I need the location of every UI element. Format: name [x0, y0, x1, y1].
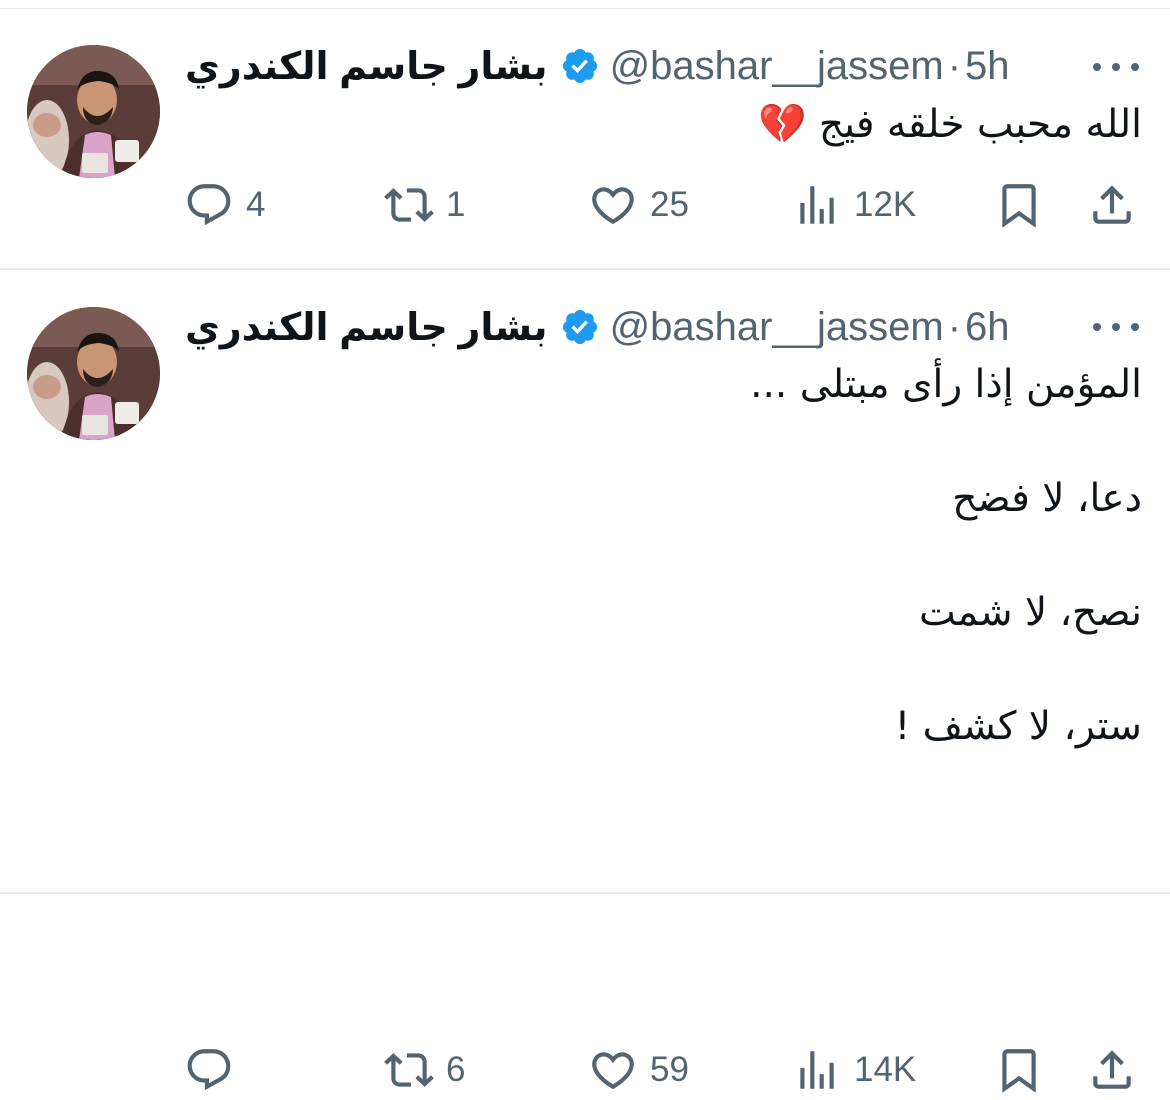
share-icon — [1093, 1050, 1131, 1089]
reply-button[interactable] — [184, 1040, 246, 1100]
verified-badge-icon — [562, 48, 597, 84]
timestamp[interactable]: 5h — [965, 44, 1010, 89]
reply-button[interactable]: 4 — [184, 175, 265, 235]
tweet-actions: 4 1 25 12K — [0, 175, 1170, 235]
views-count: 14K — [854, 1050, 917, 1089]
tweet-text-line: المؤمن إذا رأى مبتلى ... — [750, 362, 1142, 407]
reply-icon — [187, 1049, 231, 1091]
separator-dot: · — [947, 43, 962, 88]
tweet-text-line: دعا، لا فضح — [952, 476, 1142, 521]
tweet-header: بشار جاسم الكندري @bashar__jassem · 6h — [185, 302, 1010, 352]
more-options-icon[interactable] — [1093, 61, 1139, 73]
tweet-header: بشار جاسم الكندري @bashar__jassem · 5h — [185, 41, 1010, 91]
retweet-count: 1 — [446, 185, 466, 224]
bookmark-button[interactable] — [994, 1040, 1044, 1100]
bookmark-icon — [1002, 1049, 1036, 1093]
views-button[interactable]: 14K — [792, 1040, 916, 1100]
bookmark-button[interactable] — [994, 175, 1044, 235]
reply-count: 4 — [246, 185, 266, 224]
user-handle[interactable]: @bashar__jassem — [610, 44, 944, 89]
tweet[interactable]: بشار جاسم الكندري @bashar__jassem · 5h ا… — [0, 9, 1170, 268]
share-icon — [1093, 185, 1131, 224]
user-handle[interactable]: @bashar__jassem — [610, 305, 944, 350]
views-chart-icon — [800, 186, 834, 224]
like-button[interactable]: 25 — [588, 175, 689, 235]
tweet-text-line: ستر، لا كشف ! — [894, 704, 1142, 749]
tweet-text-line: نصح، لا شمت — [919, 590, 1142, 635]
retweet-button[interactable]: 6 — [384, 1040, 465, 1100]
bookmark-icon — [1002, 184, 1036, 228]
avatar[interactable] — [27, 45, 160, 178]
retweet-icon — [384, 1053, 434, 1087]
separator-dot: · — [947, 304, 962, 349]
views-button[interactable]: 12K — [792, 175, 916, 235]
share-button[interactable] — [1087, 1040, 1137, 1100]
like-button[interactable]: 59 — [588, 1040, 689, 1100]
tweet-text: الله محبب خلقه فيج 💔 — [757, 102, 1142, 147]
reply-icon — [187, 184, 231, 226]
like-count: 59 — [650, 1050, 689, 1089]
tweet-actions: 6 59 14K — [0, 1040, 1170, 1100]
heart-icon — [592, 1052, 634, 1090]
share-button[interactable] — [1087, 175, 1137, 235]
display-name[interactable]: بشار جاسم الكندري — [185, 44, 548, 89]
display-name[interactable]: بشار جاسم الكندري — [185, 305, 548, 350]
verified-badge-icon — [562, 309, 597, 345]
retweet-count: 6 — [446, 1050, 466, 1089]
retweet-icon — [384, 188, 434, 222]
bottom-divider — [0, 892, 1170, 894]
more-options-icon[interactable] — [1093, 321, 1139, 333]
tweet[interactable]: بشار جاسم الكندري @bashar__jassem · 6h ا… — [0, 270, 1170, 1093]
timestamp[interactable]: 6h — [965, 305, 1010, 350]
views-chart-icon — [800, 1051, 834, 1089]
avatar[interactable] — [27, 307, 160, 440]
like-count: 25 — [650, 185, 689, 224]
heart-icon — [592, 187, 634, 225]
retweet-button[interactable]: 1 — [384, 175, 465, 235]
views-count: 12K — [854, 185, 917, 224]
